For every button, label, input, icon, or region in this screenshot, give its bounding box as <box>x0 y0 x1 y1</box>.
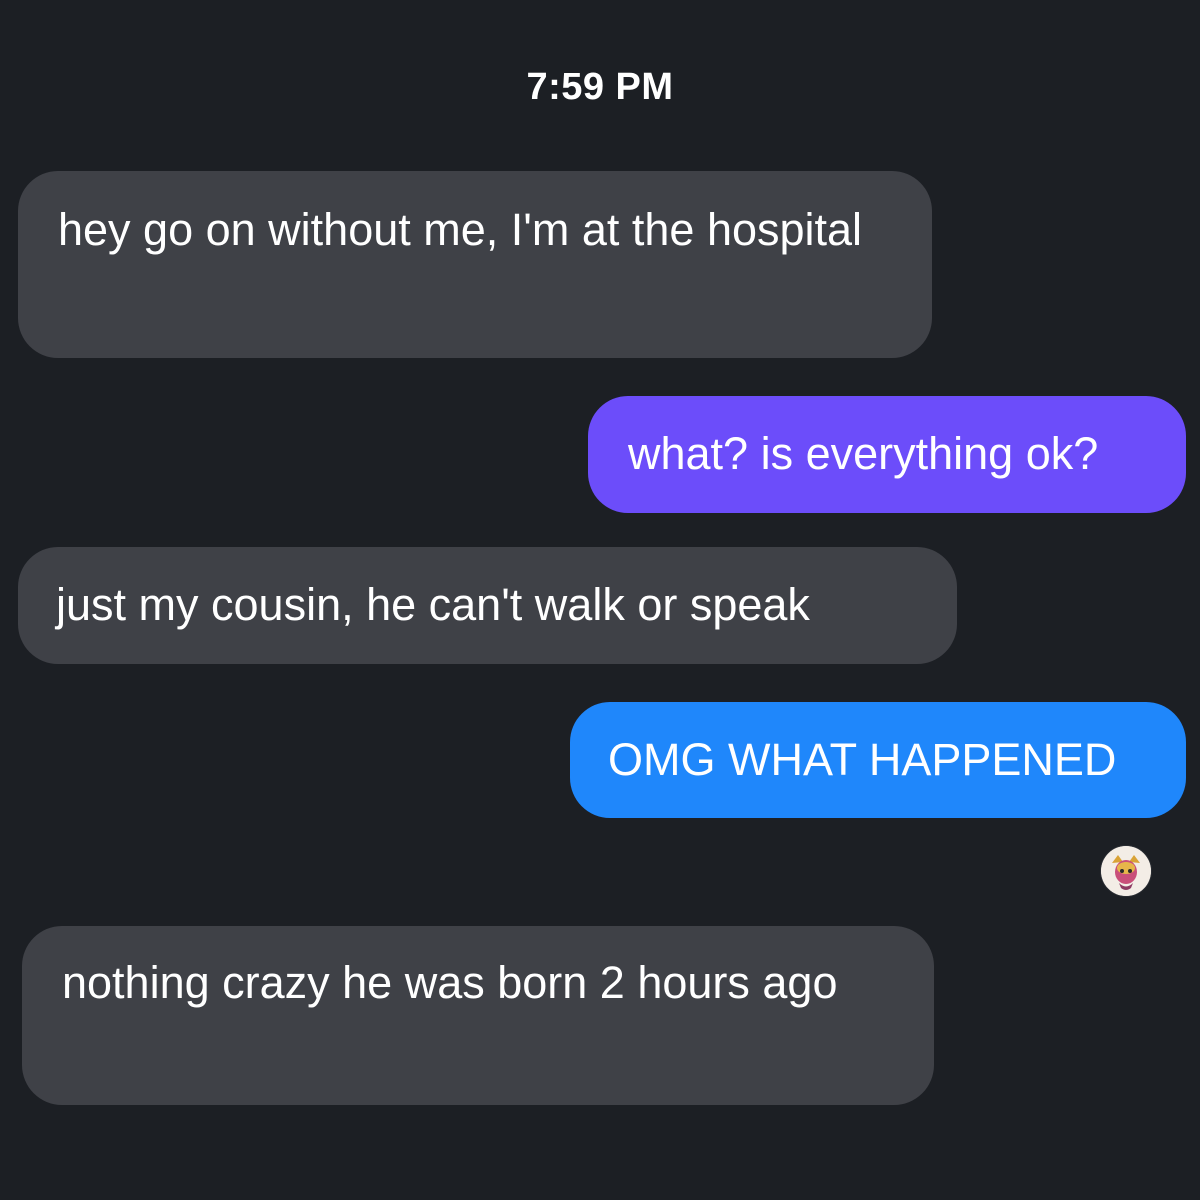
outgoing-message-bubble[interactable]: what? is everything ok? <box>588 396 1186 513</box>
read-receipt-avatar-icon <box>1101 846 1151 896</box>
incoming-message-bubble[interactable]: nothing crazy he was born 2 hours ago <box>22 926 934 1105</box>
outgoing-message-bubble[interactable]: OMG WHAT HAPPENED <box>570 702 1186 818</box>
message-timestamp: 7:59 PM <box>526 66 674 108</box>
incoming-message-bubble[interactable]: hey go on without me, I'm at the hospita… <box>18 171 932 358</box>
incoming-message-bubble[interactable]: just my cousin, he can't walk or speak <box>18 547 957 664</box>
chat-thread: 7:59 PM hey go on without me, I'm at the… <box>0 0 1200 1200</box>
